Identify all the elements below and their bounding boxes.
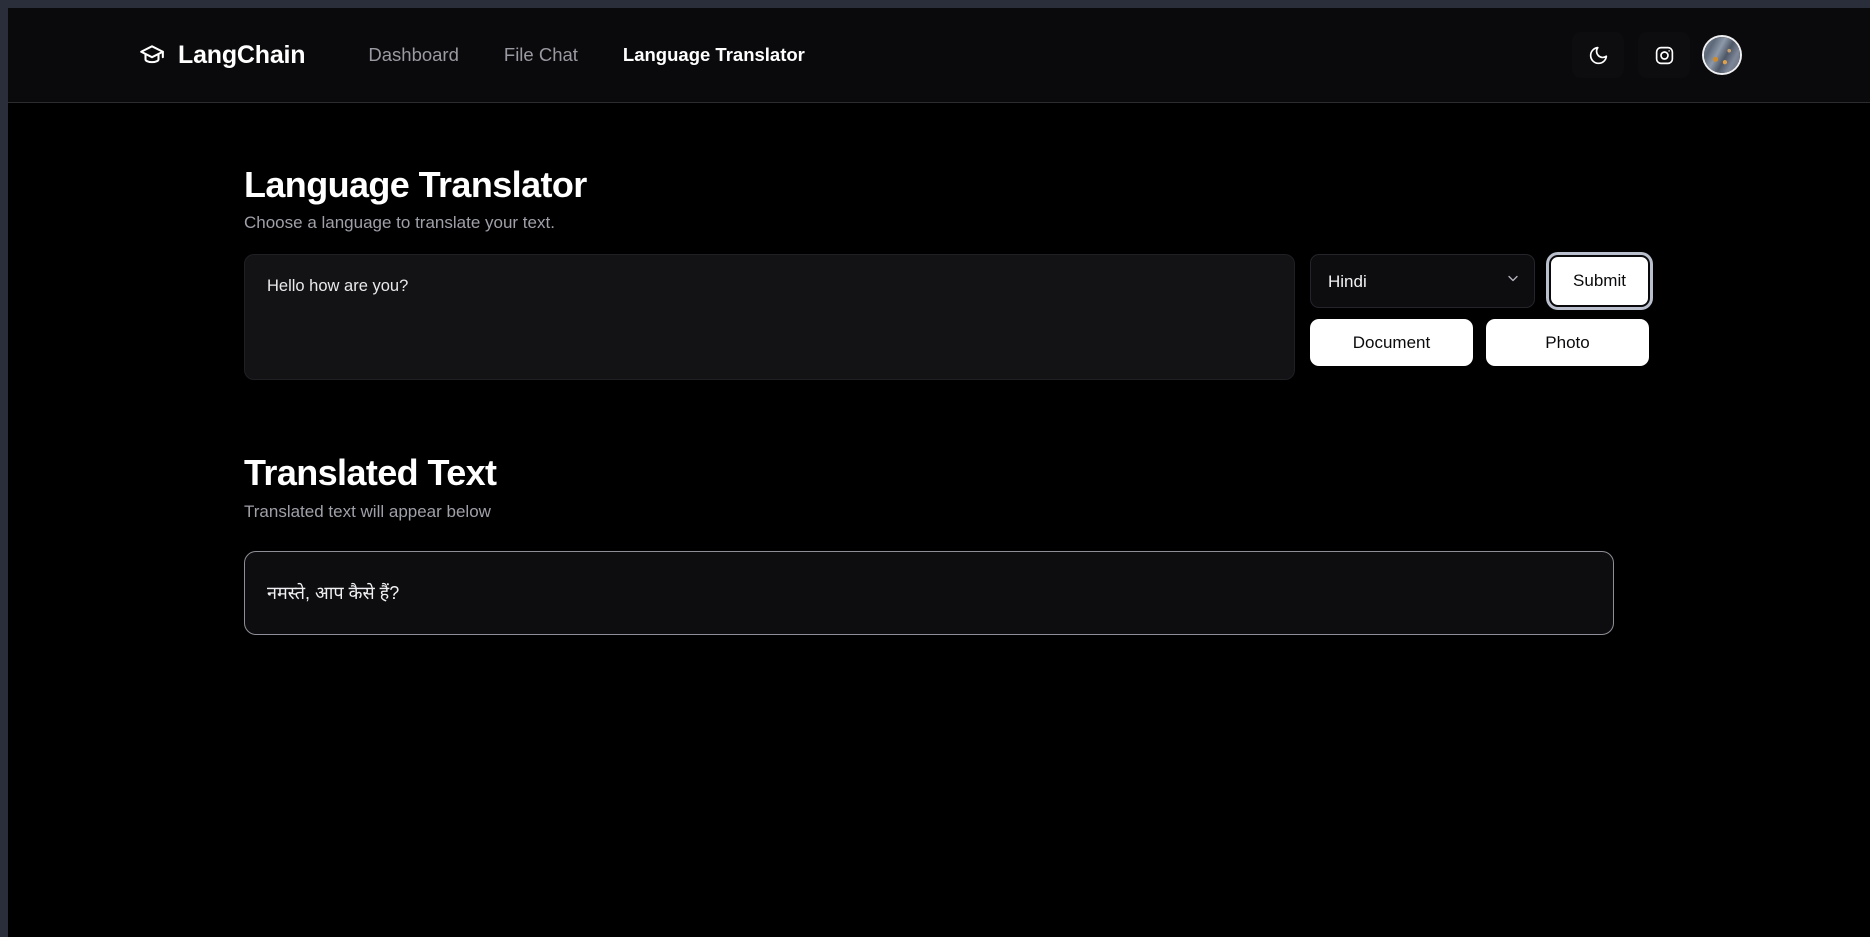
source-text-input[interactable] bbox=[244, 254, 1295, 380]
brand-name: LangChain bbox=[178, 41, 305, 70]
controls-row-top: Hindi Submit bbox=[1310, 254, 1650, 308]
theme-toggle-button[interactable] bbox=[1572, 32, 1624, 78]
photo-upload-button[interactable]: Photo bbox=[1486, 319, 1649, 366]
output-header: Translated Text Translated text will app… bbox=[244, 453, 1870, 521]
nav-link-file-chat[interactable]: File Chat bbox=[504, 44, 578, 66]
output-title: Translated Text bbox=[244, 453, 1870, 493]
nav-link-language-translator[interactable]: Language Translator bbox=[623, 44, 805, 66]
controls-row-bottom: Document Photo bbox=[1310, 319, 1650, 366]
moon-icon bbox=[1588, 45, 1609, 66]
translated-text-value: नमस्ते, आप कैसे हैं? bbox=[267, 581, 399, 605]
main-navigation: Dashboard File Chat Language Translator bbox=[368, 44, 805, 66]
language-select[interactable]: Hindi bbox=[1310, 254, 1535, 308]
page-title: Language Translator bbox=[244, 165, 1870, 205]
translate-controls: Hindi Submit Document Photo bbox=[1310, 254, 1650, 366]
header-actions bbox=[1572, 32, 1740, 78]
avatar[interactable] bbox=[1704, 37, 1740, 73]
graduation-cap-icon bbox=[139, 42, 165, 68]
app-window: LangChain Dashboard File Chat Language T… bbox=[8, 8, 1870, 937]
document-upload-button[interactable]: Document bbox=[1310, 319, 1473, 366]
translated-text-box: नमस्ते, आप कैसे हैं? bbox=[244, 551, 1614, 635]
brand-logo[interactable]: LangChain bbox=[139, 41, 305, 70]
language-select-wrapper: Hindi bbox=[1310, 254, 1535, 308]
page-subtitle: Choose a language to translate your text… bbox=[244, 213, 1870, 233]
output-subtitle: Translated text will appear below bbox=[244, 502, 1870, 522]
nav-link-dashboard[interactable]: Dashboard bbox=[368, 44, 459, 66]
site-header: LangChain Dashboard File Chat Language T… bbox=[8, 8, 1870, 103]
translate-form: Hindi Submit Document Photo bbox=[244, 254, 1870, 380]
camera-icon bbox=[1654, 45, 1675, 66]
instagram-link-button[interactable] bbox=[1638, 32, 1690, 78]
submit-button[interactable]: Submit bbox=[1549, 255, 1650, 307]
main-content: Language Translator Choose a language to… bbox=[8, 103, 1870, 937]
